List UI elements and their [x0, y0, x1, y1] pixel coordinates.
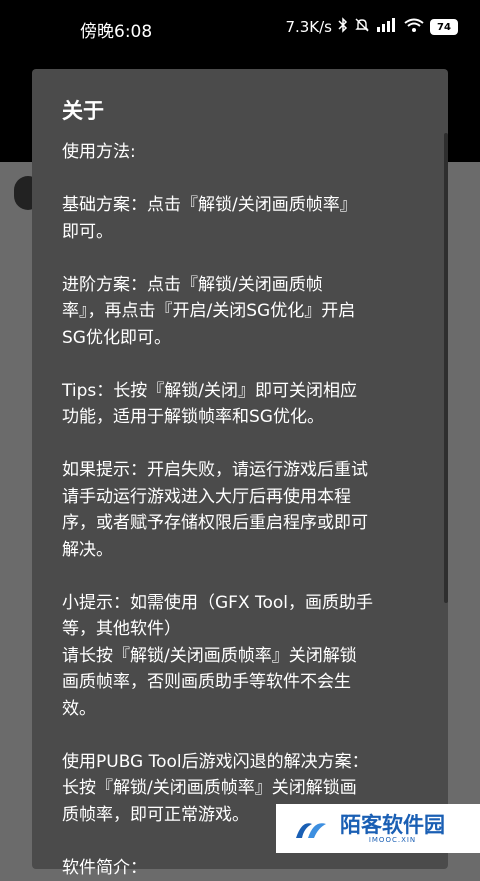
status-bar: 傍晚6:08 7.3K/s 74: [0, 0, 480, 56]
dialog-scrollbar[interactable]: [444, 133, 448, 603]
mute-icon: [354, 17, 370, 37]
signal-icon: [376, 18, 398, 36]
about-dialog: 关于 使用方法: 基础方案：点击『解锁/关闭画质帧率』 即可。 进阶方案：点击『…: [32, 69, 448, 878]
watermark-text: 陌客软件园: [340, 812, 445, 837]
bluetooth-icon: [338, 17, 348, 37]
watermark: 陌客软件园 IMOOC.XIN: [276, 804, 480, 853]
network-speed: 7.3K/s: [285, 18, 332, 36]
dialog-title: 关于: [62, 99, 104, 123]
watermark-logo-icon: [296, 822, 326, 838]
battery-icon: 74: [430, 19, 458, 35]
watermark-sub: IMOOC.XIN: [368, 835, 417, 844]
dialog-body-text: 使用方法: 基础方案：点击『解锁/关闭画质帧率』 即可。 进阶方案：点击『解锁/…: [62, 142, 374, 878]
wifi-icon: [404, 18, 424, 36]
status-icons: 7.3K/s 74: [285, 17, 458, 37]
status-time: 傍晚6:08: [80, 22, 153, 42]
